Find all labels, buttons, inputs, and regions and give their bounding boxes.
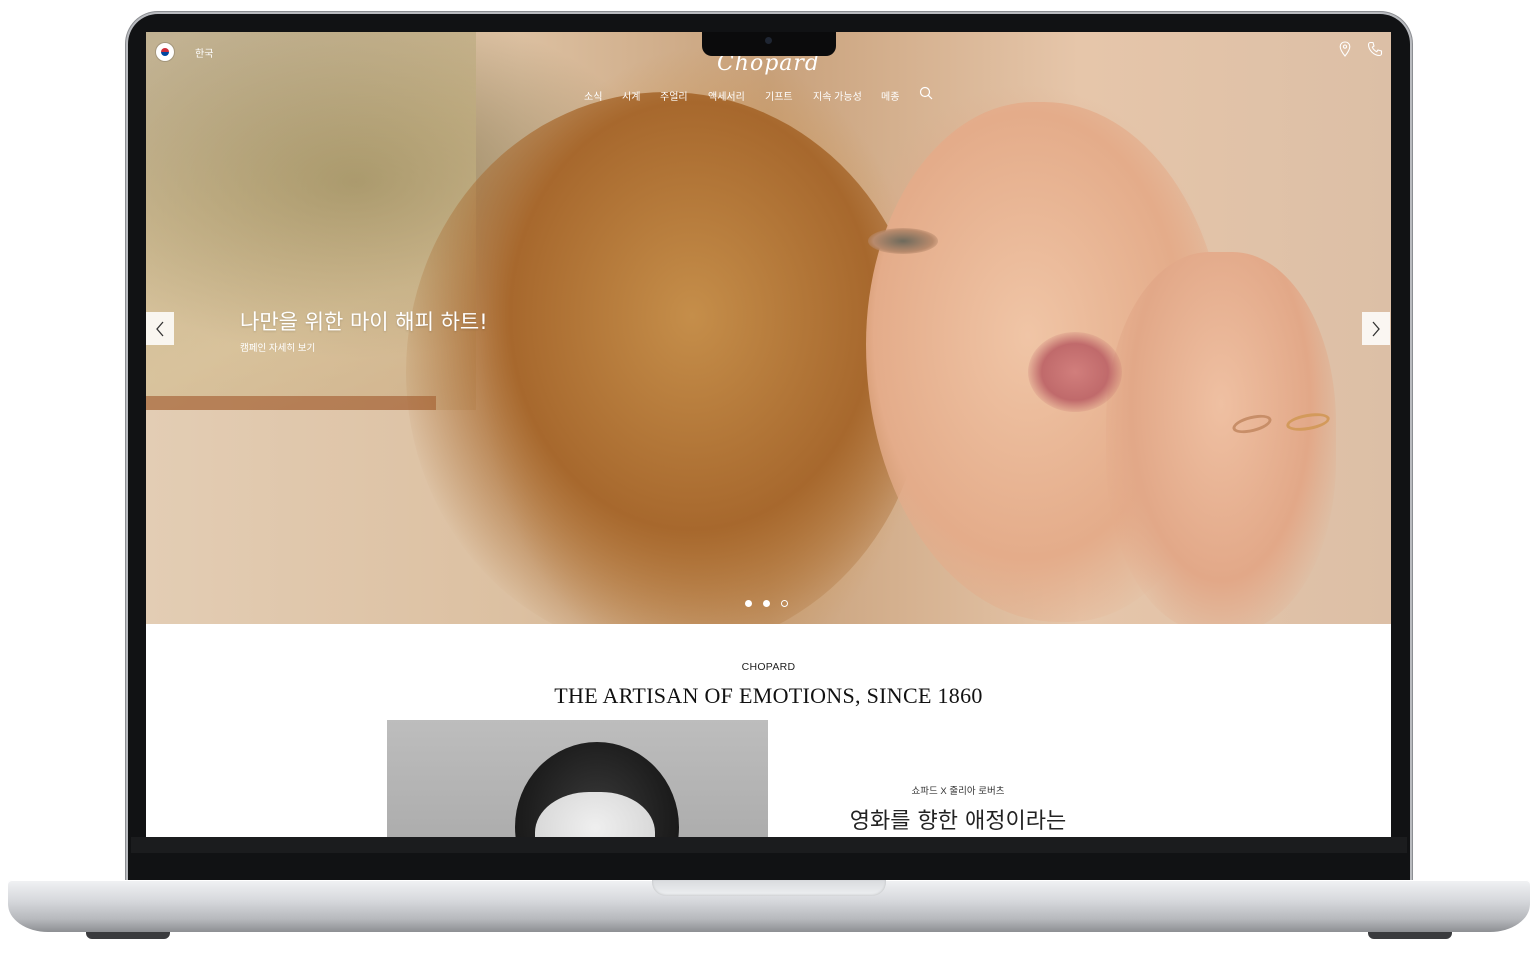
section-title: THE ARTISAN OF EMOTIONS, SINCE 1860: [554, 683, 983, 708]
hero-model-hand: [1106, 252, 1336, 624]
carousel-dot-2[interactable]: [763, 600, 770, 607]
hero-banner[interactable]: 한국 Chopard 소식 시계 주얼리 액세서리 기프트 지속 가능성 메종 …: [146, 32, 1391, 624]
hero-headline: 나만을 위한 마이 해피 하트!: [240, 310, 488, 334]
hero-campaign-link[interactable]: 캠페인 자세히 보기: [240, 340, 315, 354]
chevron-right-icon: [1372, 321, 1380, 336]
laptop-foot-left: [86, 932, 170, 939]
feature-photo[interactable]: [387, 720, 768, 837]
nav-item-sustainability[interactable]: 지속 가능성: [813, 88, 862, 103]
website-screen: 한국 Chopard 소식 시계 주얼리 액세서리 기프트 지속 가능성 메종 …: [146, 32, 1391, 837]
camera-notch: [702, 32, 836, 56]
nav-item-watches[interactable]: 시계: [622, 88, 640, 103]
nav-item-news[interactable]: 소식: [584, 88, 602, 103]
chevron-left-icon: [156, 321, 164, 336]
nav-item-gifts[interactable]: 기프트: [765, 88, 793, 103]
camera-icon: [765, 37, 772, 44]
nav-item-maison[interactable]: 메종: [881, 88, 899, 103]
section-kicker: CHOPARD: [741, 661, 796, 673]
location-pin-icon[interactable]: [1339, 41, 1351, 57]
language-selector[interactable]: 한국: [195, 45, 213, 60]
laptop-open-notch: [652, 880, 886, 896]
hero-model-lips: [1028, 332, 1122, 412]
hero-model-hair: [406, 92, 926, 624]
carousel-prev-button[interactable]: [146, 312, 174, 345]
hero-model-eye: [868, 228, 938, 254]
south-korea-flag-icon[interactable]: [156, 43, 174, 61]
carousel-next-button[interactable]: [1362, 312, 1390, 345]
nav-item-accessories[interactable]: 액세서리: [708, 88, 745, 103]
carousel-dot-3[interactable]: [781, 600, 788, 607]
phone-icon[interactable]: [1367, 41, 1383, 57]
laptop-foot-right: [1368, 932, 1452, 939]
nav-item-jewellery[interactable]: 주얼리: [660, 88, 688, 103]
carousel-pagination: [745, 600, 788, 607]
feature-title: 영화를 향한 애정이라는: [849, 809, 1067, 834]
search-icon[interactable]: [919, 86, 933, 100]
hero-painting-frame: [146, 396, 436, 410]
laptop-bezel-bottom: [131, 837, 1407, 853]
carousel-dot-1[interactable]: [745, 600, 752, 607]
feature-kicker: 쇼파드 X 줄리아 로버츠: [911, 786, 1005, 797]
